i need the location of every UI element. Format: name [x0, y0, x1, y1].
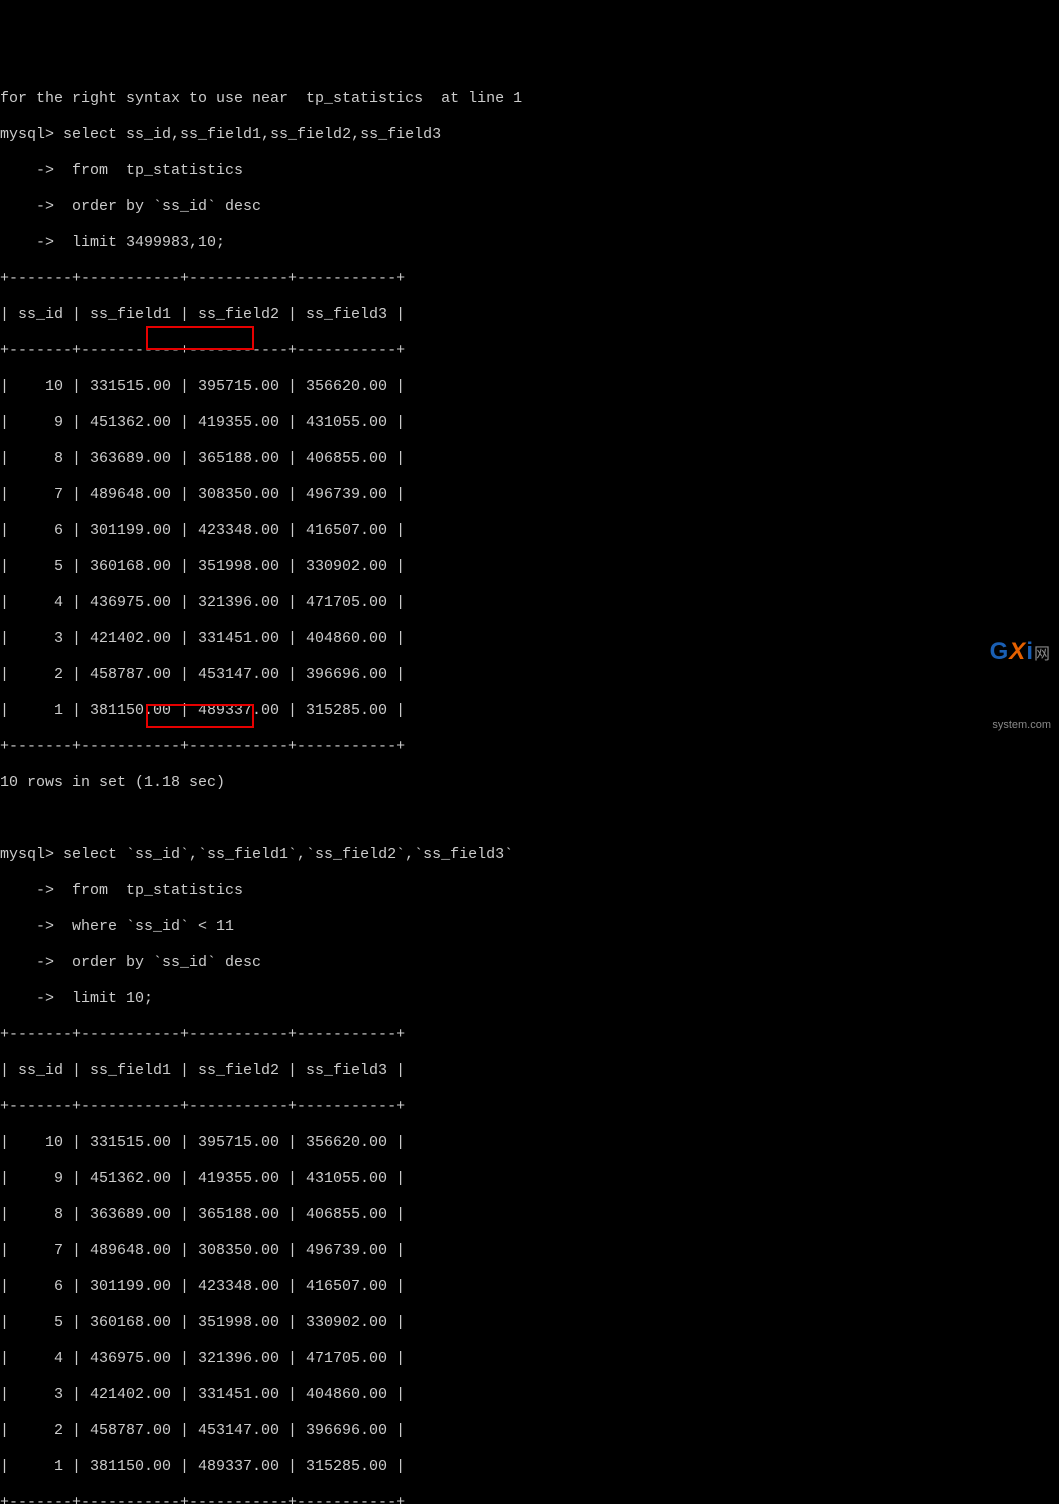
watermark-net: 网 [1034, 646, 1051, 663]
table-row: | 2 | 458787.00 | 453147.00 | 396696.00 … [0, 1422, 1059, 1440]
query1-line1: mysql> select ss_id,ss_field1,ss_field2,… [0, 126, 1059, 144]
result1-time: (1.18 sec) [135, 774, 225, 791]
table-row: | 6 | 301199.00 | 423348.00 | 416507.00 … [0, 1278, 1059, 1296]
table2-sep-top: +-------+-----------+-----------+-------… [0, 1026, 1059, 1044]
table-row: | 4 | 436975.00 | 321396.00 | 471705.00 … [0, 1350, 1059, 1368]
table2-sep-bot: +-------+-----------+-----------+-------… [0, 1494, 1059, 1504]
query1-line3: -> order by `ss_id` desc [0, 198, 1059, 216]
table-row: | 1 | 381150.00 | 489337.00 | 315285.00 … [0, 702, 1059, 720]
table-row: | 5 | 360168.00 | 351998.00 | 330902.00 … [0, 558, 1059, 576]
table2-sep-mid: +-------+-----------+-----------+-------… [0, 1098, 1059, 1116]
table1-sep-bot: +-------+-----------+-----------+-------… [0, 738, 1059, 756]
table1-sep-top: +-------+-----------+-----------+-------… [0, 270, 1059, 288]
table-row: | 6 | 301199.00 | 423348.00 | 416507.00 … [0, 522, 1059, 540]
query2-line3: -> where `ss_id` < 11 [0, 918, 1059, 936]
table-row: | 3 | 421402.00 | 331451.00 | 404860.00 … [0, 1386, 1059, 1404]
table-row: | 10 | 331515.00 | 395715.00 | 356620.00… [0, 1134, 1059, 1152]
query2-line4: -> order by `ss_id` desc [0, 954, 1059, 972]
query1-line2: -> from tp_statistics [0, 162, 1059, 180]
table1-header: | ss_id | ss_field1 | ss_field2 | ss_fie… [0, 306, 1059, 324]
prev-error-line: for the right syntax to use near tp_stat… [0, 90, 1059, 108]
watermark-sub: system.com [959, 720, 1051, 731]
table-row: | 5 | 360168.00 | 351998.00 | 330902.00 … [0, 1314, 1059, 1332]
blank-line [0, 810, 1059, 828]
query1-line4: -> limit 3499983,10; [0, 234, 1059, 252]
table-row: | 2 | 458787.00 | 453147.00 | 396696.00 … [0, 666, 1059, 684]
watermark-x: X [1009, 638, 1026, 665]
table2-header: | ss_id | ss_field1 | ss_field2 | ss_fie… [0, 1062, 1059, 1080]
table-row: | 1 | 381150.00 | 489337.00 | 315285.00 … [0, 1458, 1059, 1476]
watermark-g: G [990, 638, 1010, 665]
table-row: | 9 | 451362.00 | 419355.00 | 431055.00 … [0, 1170, 1059, 1188]
table-row: | 7 | 489648.00 | 308350.00 | 496739.00 … [0, 1242, 1059, 1260]
terminal-output[interactable]: for the right syntax to use near tp_stat… [0, 72, 1059, 1504]
table-row: | 8 | 363689.00 | 365188.00 | 406855.00 … [0, 1206, 1059, 1224]
table-row: | 3 | 421402.00 | 331451.00 | 404860.00 … [0, 630, 1059, 648]
table1-sep-mid: +-------+-----------+-----------+-------… [0, 342, 1059, 360]
table-row: | 8 | 363689.00 | 365188.00 | 406855.00 … [0, 450, 1059, 468]
table-row: | 7 | 489648.00 | 308350.00 | 496739.00 … [0, 486, 1059, 504]
query2-line5: -> limit 10; [0, 990, 1059, 1008]
table-row: | 4 | 436975.00 | 321396.00 | 471705.00 … [0, 594, 1059, 612]
query2-line1: mysql> select `ss_id`,`ss_field1`,`ss_fi… [0, 846, 1059, 864]
table-row: | 10 | 331515.00 | 395715.00 | 356620.00… [0, 378, 1059, 396]
watermark-i: i [1026, 638, 1034, 665]
watermark: GXi网 system.com [959, 586, 1051, 746]
query2-line2: -> from tp_statistics [0, 882, 1059, 900]
table-row: | 9 | 451362.00 | 419355.00 | 431055.00 … [0, 414, 1059, 432]
result1-line: 10 rows in set (1.18 sec) [0, 774, 1059, 792]
